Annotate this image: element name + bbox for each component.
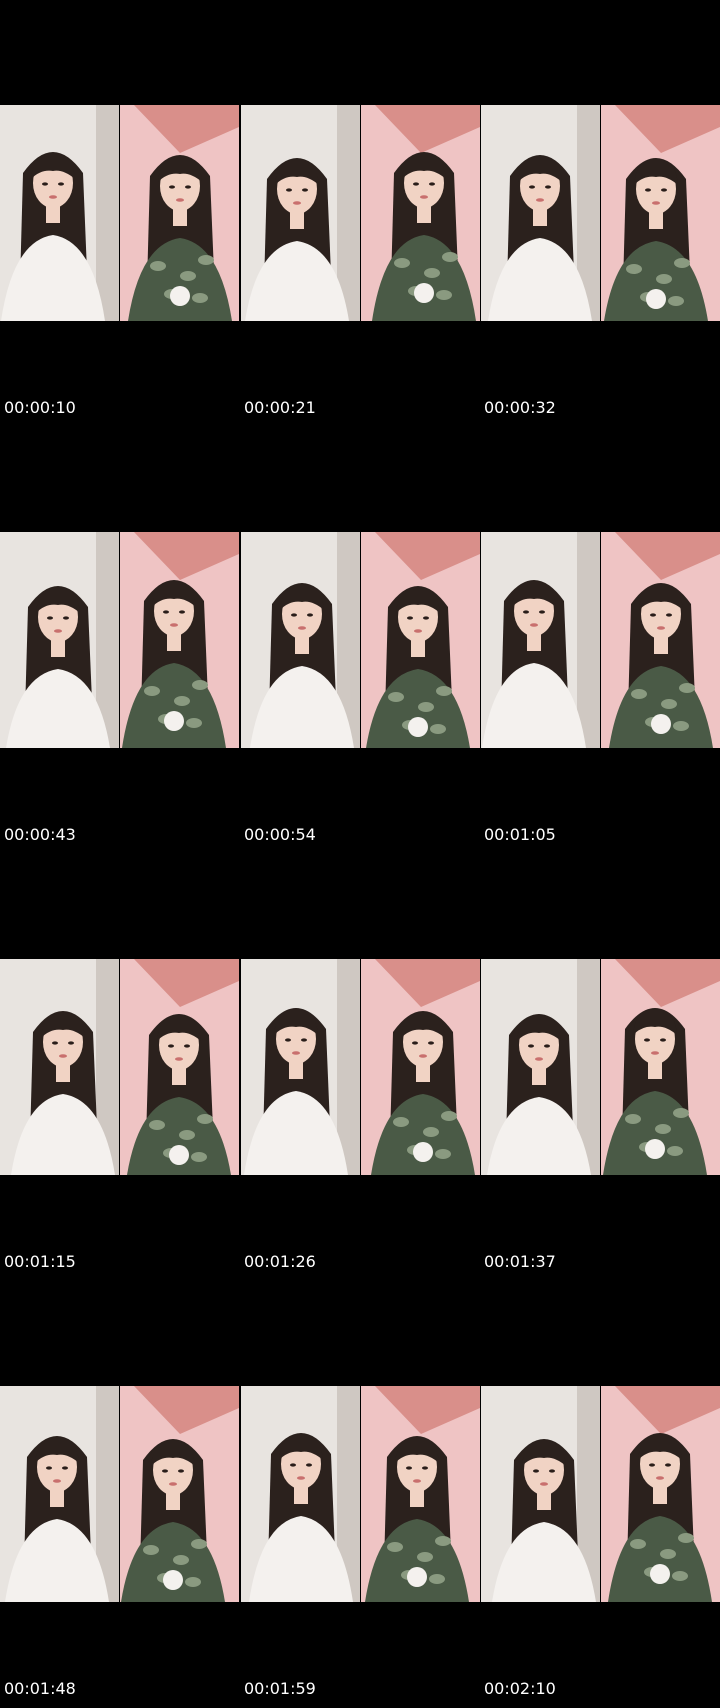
video-frame-thumbnail — [481, 532, 600, 748]
video-frame-thumbnail — [0, 1386, 119, 1602]
video-frame-thumbnail — [361, 1386, 480, 1602]
video-frame-thumbnail — [241, 959, 360, 1175]
timestamp-label: 00:01:05 — [484, 825, 556, 844]
video-frame-thumbnail — [120, 532, 239, 748]
video-frame-thumbnail — [0, 105, 119, 321]
video-frame-thumbnail — [361, 532, 480, 748]
video-frame-thumbnail — [361, 959, 480, 1175]
video-frame-thumbnail — [601, 532, 720, 748]
video-frame-thumbnail — [481, 1386, 600, 1602]
video-frame-thumbnail — [120, 105, 239, 321]
video-frame-thumbnail — [241, 1386, 360, 1602]
video-frame-thumbnail — [120, 1386, 239, 1602]
timestamp-label: 00:00:10 — [4, 398, 76, 417]
timestamp-label: 00:00:43 — [4, 825, 76, 844]
video-frame-thumbnail — [481, 105, 600, 321]
video-frame-thumbnail — [361, 105, 480, 321]
timestamp-label: 00:00:21 — [244, 398, 316, 417]
video-frame-thumbnail — [241, 532, 360, 748]
video-frame-thumbnail — [481, 959, 600, 1175]
contact-sheet: 00:00:10 00:00:21 00:00:32 00:00:43 00:00:54… — [0, 0, 720, 1708]
video-frame-thumbnail — [601, 105, 720, 321]
video-frame-thumbnail — [120, 959, 239, 1175]
timestamp-label: 00:01:48 — [4, 1679, 76, 1698]
video-frame-thumbnail — [601, 1386, 720, 1602]
timestamp-label: 00:01:59 — [244, 1679, 316, 1698]
timestamp-label: 00:01:15 — [4, 1252, 76, 1271]
timestamp-label: 00:02:10 — [484, 1679, 556, 1698]
video-frame-thumbnail — [0, 532, 119, 748]
timestamp-label: 00:00:54 — [244, 825, 316, 844]
video-frame-thumbnail — [601, 959, 720, 1175]
timestamp-label: 00:00:32 — [484, 398, 556, 417]
timestamp-label: 00:01:37 — [484, 1252, 556, 1271]
video-frame-thumbnail — [0, 959, 119, 1175]
video-frame-thumbnail — [241, 105, 360, 321]
timestamp-label: 00:01:26 — [244, 1252, 316, 1271]
